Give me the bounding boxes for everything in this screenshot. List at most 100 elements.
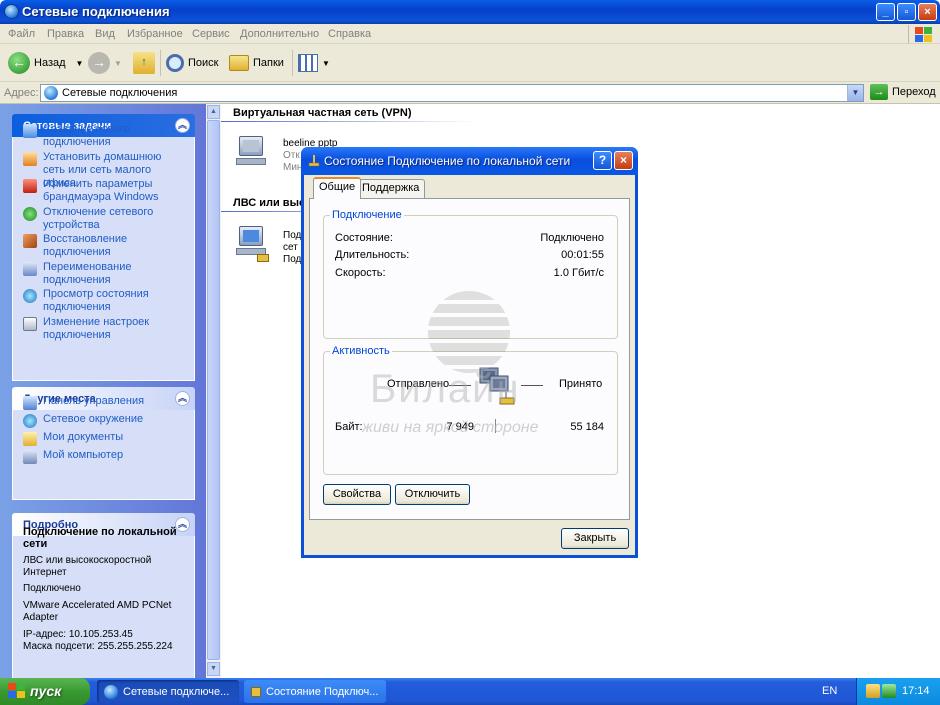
- minimize-button[interactable]: _: [876, 3, 895, 21]
- connection-status-dialog: Состояние Подключение по локальной сети …: [301, 147, 638, 558]
- received-label: Принято: [559, 378, 603, 390]
- tab-general[interactable]: Общие: [313, 177, 362, 199]
- go-button[interactable]: → Переход: [870, 84, 936, 100]
- connection-legend: Подключение: [330, 209, 404, 221]
- task-repair-connection[interactable]: Восстановление подключения: [23, 233, 183, 259]
- taskbar: пуск Сетевые подключе... Состояние Подкл…: [0, 678, 940, 705]
- vpn-connection-icon[interactable]: [233, 134, 273, 174]
- windows-logo-icon: [8, 683, 26, 699]
- task-create-connection[interactable]: Создание нового подключения: [23, 123, 183, 149]
- scroll-down-icon[interactable]: ▼: [207, 662, 220, 676]
- place-control-panel[interactable]: Панель управления: [23, 395, 183, 410]
- menu-file[interactable]: Файл: [8, 28, 35, 40]
- window-titlebar[interactable]: Сетевые подключения _ ▫ ×: [0, 0, 940, 24]
- scroll-up-icon[interactable]: ▲: [207, 105, 220, 119]
- taskbar-button-network-connections[interactable]: Сетевые подключе...: [97, 680, 239, 703]
- other-places-panel: Другие места ︽ Панель управления Сетевое…: [12, 387, 195, 500]
- network-activity-icon: [479, 367, 515, 405]
- details-ip: IP-адрес: 10.105.253.45: [23, 629, 133, 640]
- task-label: Отключение сетевого устройства: [43, 206, 154, 231]
- address-value: Сетевые подключения: [62, 87, 178, 99]
- dialog-titlebar[interactable]: Состояние Подключение по локальной сети …: [301, 147, 638, 175]
- address-input[interactable]: Сетевые подключения ▼: [40, 84, 864, 102]
- place-network-neighborhood[interactable]: Сетевое окружение: [23, 413, 183, 428]
- connection-group: Подключение Состояние: Подключено Длител…: [323, 209, 618, 339]
- views-button[interactable]: ▼: [298, 50, 330, 76]
- views-icon: [298, 54, 318, 72]
- folders-icon: [229, 55, 249, 71]
- task-view-status[interactable]: Просмотр состояния подключения: [23, 288, 183, 314]
- forward-arrow-icon: →: [88, 52, 110, 74]
- duration-value: 00:01:55: [561, 249, 604, 261]
- bytes-sent-value: 7 949: [446, 421, 474, 433]
- search-button[interactable]: Поиск: [166, 50, 218, 76]
- control-panel-icon: [23, 396, 37, 410]
- maximize-button[interactable]: ▫: [897, 3, 916, 21]
- tray-network-icon[interactable]: [882, 684, 896, 698]
- menu-tools[interactable]: Сервис: [192, 28, 230, 40]
- disable-device-icon: [23, 207, 37, 221]
- vpn-item-status: Отк: [283, 150, 300, 161]
- folders-label: Папки: [253, 57, 284, 69]
- view-status-icon: [23, 289, 37, 303]
- system-tray: 17:14: [856, 678, 940, 705]
- my-computer-icon: [23, 450, 37, 464]
- place-my-computer[interactable]: Мой компьютер: [23, 449, 183, 464]
- lan-item-name[interactable]: Под: [283, 230, 301, 242]
- dialog-close-button[interactable]: ×: [614, 151, 633, 170]
- back-dropdown-icon[interactable]: ▼: [76, 59, 84, 68]
- vpn-group-header: Виртуальная частная сеть (VPN): [233, 107, 412, 119]
- scroll-thumb[interactable]: [207, 120, 220, 660]
- task-label: Переименование подключения: [43, 261, 132, 286]
- clock[interactable]: 17:14: [902, 685, 930, 697]
- back-button[interactable]: ← Назад ▼: [8, 50, 83, 76]
- tab-support[interactable]: Поддержка: [356, 179, 426, 198]
- status-label: Состояние:: [335, 232, 393, 244]
- task-label: Просмотр состояния подключения: [43, 288, 149, 313]
- lan-item-type: сет: [283, 242, 298, 253]
- menu-view[interactable]: Вид: [95, 28, 115, 40]
- task-disable-device[interactable]: Отключение сетевого устройства: [23, 206, 183, 232]
- address-bar: Адрес: Сетевые подключения ▼ → Переход: [0, 82, 940, 104]
- lan-connection-icon[interactable]: [233, 224, 273, 264]
- forward-button[interactable]: → ▼: [88, 50, 122, 76]
- start-button[interactable]: пуск: [0, 678, 90, 705]
- task-pane-scrollbar[interactable]: ▲ ▼: [206, 104, 221, 678]
- disable-button[interactable]: Отключить: [395, 484, 470, 505]
- network-tasks-panel: Сетевые задачи ︽ Создание нового подключ…: [12, 114, 195, 381]
- folders-button[interactable]: Папки: [229, 50, 284, 76]
- bytes-received-value: 55 184: [570, 421, 604, 433]
- close-dialog-button[interactable]: Закрыть: [561, 528, 629, 549]
- task-rename-connection[interactable]: Переименование подключения: [23, 261, 183, 287]
- menu-help[interactable]: Справка: [328, 28, 371, 40]
- details-type: ЛВС или высокоскоростной Интернет: [23, 555, 152, 578]
- menu-extra[interactable]: Дополнительно: [240, 28, 319, 40]
- general-tab-panel: Подключение Состояние: Подключено Длител…: [309, 198, 630, 520]
- language-indicator[interactable]: EN: [822, 685, 837, 697]
- network-connections-icon: [4, 4, 19, 19]
- close-button[interactable]: ×: [918, 3, 937, 21]
- network-connections-icon: [44, 86, 58, 100]
- vpn-item-device: Мин: [283, 162, 303, 173]
- network-connections-icon: [104, 684, 118, 699]
- task-change-settings[interactable]: Изменение настроек подключения: [23, 316, 183, 342]
- taskbar-button-status[interactable]: Состояние Подключ...: [244, 680, 386, 703]
- help-button[interactable]: ?: [593, 151, 612, 170]
- menu-favorites[interactable]: Избранное: [127, 28, 183, 40]
- address-label: Адрес:: [4, 87, 39, 99]
- address-dropdown-icon[interactable]: ▼: [847, 85, 863, 101]
- go-arrow-icon: →: [870, 84, 888, 100]
- task-label: Изменение настроек подключения: [43, 316, 150, 341]
- tray-app-icon[interactable]: [866, 684, 880, 698]
- up-folder-button[interactable]: ↑: [133, 50, 155, 76]
- lan-group-header: ЛВС или высо: [233, 197, 312, 209]
- search-icon: [166, 54, 184, 72]
- task-pane: Сетевые задачи ︽ Создание нового подключ…: [0, 104, 206, 678]
- activity-group: Активность Отправлено Принято Байт: 7 94…: [323, 345, 618, 475]
- menu-edit[interactable]: Правка: [47, 28, 84, 40]
- task-firewall[interactable]: Изменить параметры брандмауэра Windows: [23, 178, 183, 204]
- properties-button[interactable]: Свойства: [323, 484, 391, 505]
- place-my-documents[interactable]: Мои документы: [23, 431, 183, 446]
- duration-label: Длительность:: [335, 249, 410, 261]
- place-label: Мои документы: [43, 431, 124, 443]
